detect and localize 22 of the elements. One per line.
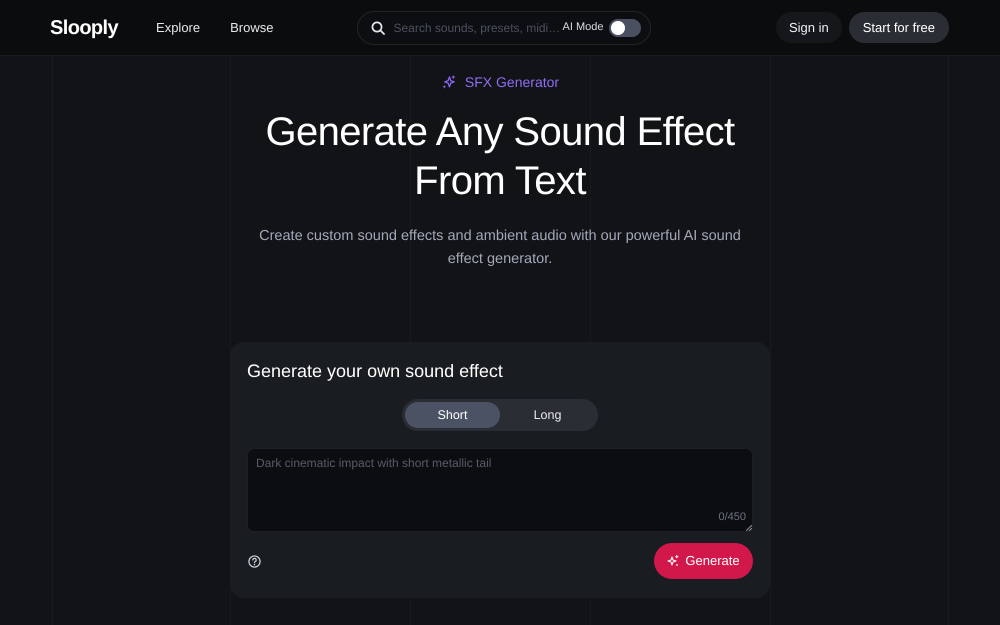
- badge-text: SFX Generator: [464, 73, 560, 92]
- page-subtitle: Create custom sound effects and ambient audio with our powerful AI sound effect generator.: [258, 227, 742, 269]
- nav-link[interactable]: Browse: [230, 18, 274, 38]
- length-tab[interactable]: Short: [405, 402, 500, 428]
- card-title: Generate your own sound effect: [247, 360, 504, 383]
- sparkle-icon: [667, 555, 680, 567]
- sparkle-icon: [440, 75, 456, 90]
- search-field[interactable]: Search sounds, presets, midi… AI Mode: [357, 10, 652, 44]
- resize-handle-icon: [746, 525, 752, 531]
- sign-in-button[interactable]: Sign in: [776, 12, 842, 43]
- search-icon: [371, 20, 386, 34]
- page-title: Generate Any Sound Effect From Text: [264, 109, 736, 205]
- ai-mode-label: AI Mode: [562, 20, 604, 36]
- ai-mode-toggle[interactable]: [609, 18, 642, 36]
- logo[interactable]: Slooply: [50, 12, 118, 42]
- help-icon[interactable]: [248, 554, 261, 568]
- character-counter: 0/450: [718, 510, 746, 524]
- generate-button[interactable]: Generate: [654, 543, 753, 579]
- length-tab[interactable]: Long: [500, 402, 595, 428]
- nav-link[interactable]: Explore: [156, 18, 200, 38]
- search-input[interactable]: Search sounds, presets, midi…: [393, 18, 558, 36]
- start-button[interactable]: Start for free: [848, 12, 949, 43]
